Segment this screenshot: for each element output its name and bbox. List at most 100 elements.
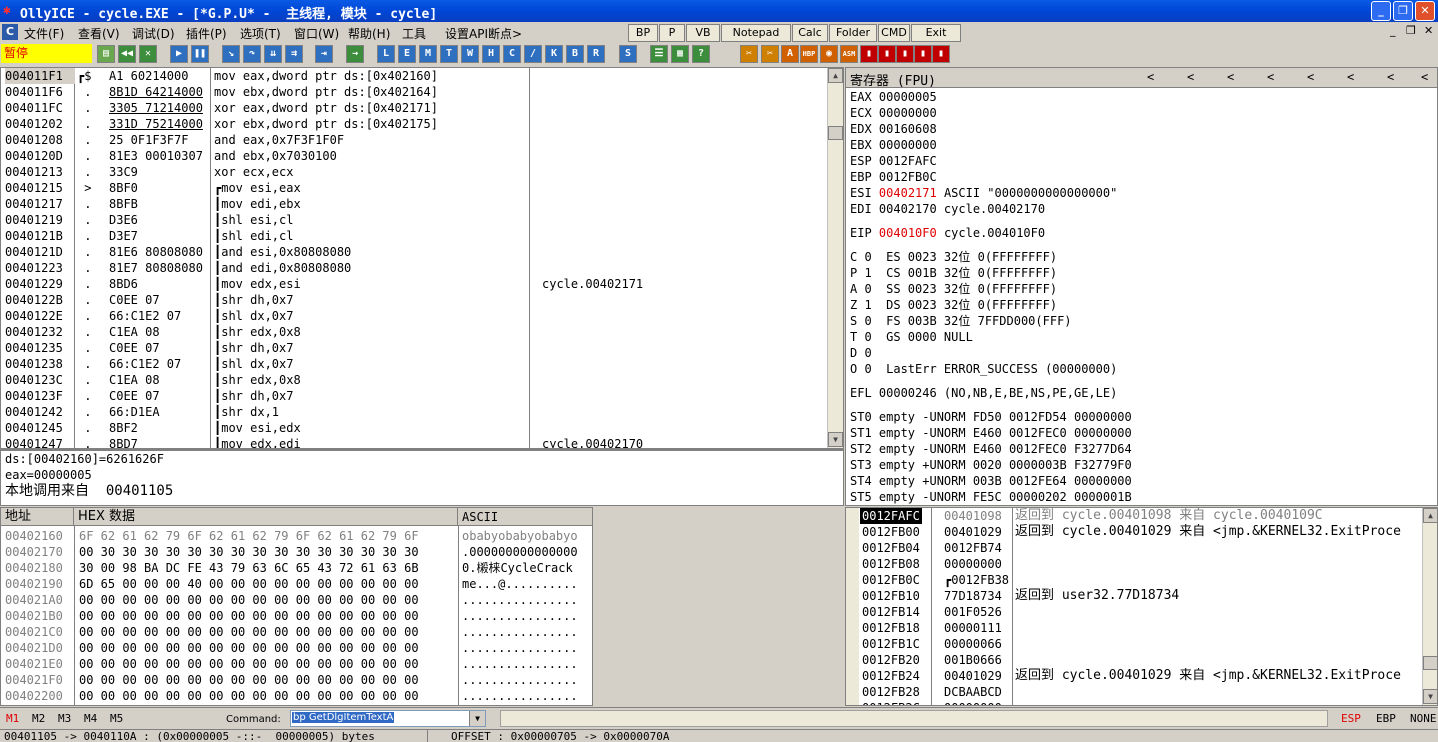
disasm-row[interactable]: 00401217 . 8BFB ┃mov edi,ebx <box>1 196 827 212</box>
dump-header-hex[interactable]: HEX 数据 <box>74 508 458 526</box>
register-line[interactable]: EAX 00000005 <box>850 89 937 105</box>
disasm-row[interactable]: 0040123F . C0EE 07 ┃shr dh,0x7 <box>1 388 827 404</box>
minimize-button[interactable]: _ <box>1371 1 1391 21</box>
vb-button[interactable]: VB <box>686 24 720 42</box>
patches-button[interactable]: / <box>524 45 542 63</box>
menu-window[interactable]: 窗口(W) <box>294 25 339 42</box>
disasm-row[interactable]: 0040123C . C1EA 08 ┃shr edx,0x8 <box>1 372 827 388</box>
reg-arrow-2-icon[interactable]: < <box>1187 70 1194 84</box>
disasm-row[interactable]: 00401208 . 25 0F1F3F7F and eax,0x7F3F1F0F <box>1 132 827 148</box>
plugin-3-icon[interactable]: A <box>781 45 799 63</box>
scroll-thumb[interactable] <box>828 126 843 140</box>
help-icon[interactable]: ? <box>692 45 710 63</box>
register-line[interactable]: C 0 ES 0023 32位 0(FFFFFFFF) <box>850 249 1057 265</box>
menu-options[interactable]: 选项(T) <box>240 25 281 42</box>
menu-tools[interactable]: 工具 <box>402 25 426 42</box>
grid-icon[interactable]: ▦ <box>671 45 689 63</box>
stack-scrollbar[interactable]: ▲ ▼ <box>1422 508 1437 705</box>
bp-button[interactable]: BP <box>628 24 658 42</box>
register-line[interactable]: D 0 <box>850 345 872 361</box>
disasm-row[interactable]: 00401238 . 66:C1E2 07 ┃shl dx,0x7 <box>1 356 827 372</box>
plugin-7-icon[interactable]: ▮ <box>896 45 914 63</box>
plugin-4-icon[interactable]: ◉ <box>820 45 838 63</box>
stack-row[interactable]: 0012FB10 77D18734 返回到 user32.77D18734 <box>846 588 1422 604</box>
disasm-row[interactable]: 00401232 . C1EA 08 ┃shr edx,0x8 <box>1 324 827 340</box>
dump-row[interactable]: 004021B0 00 00 00 00 00 00 00 00 00 00 00… <box>1 608 592 624</box>
disasm-row[interactable]: 0040122E . 66:C1E2 07 ┃shl dx,0x7 <box>1 308 827 324</box>
stack-scroll-thumb[interactable] <box>1423 656 1437 670</box>
disasm-row[interactable]: 00401245 . 8BF2 ┃mov esi,edx <box>1 420 827 436</box>
breakpoints-button[interactable]: B <box>566 45 584 63</box>
m2-button[interactable]: M2 <box>32 712 45 725</box>
register-line[interactable]: ST4 empty +UNORM 003B 0012FE64 00000000 <box>850 473 1132 489</box>
plugin-6-icon[interactable]: ▮ <box>878 45 896 63</box>
disasm-row[interactable]: 00401247 . 8BD7 ┃mov edx,edi cycle.00402170 <box>1 436 827 448</box>
folder-button[interactable]: Folder <box>829 24 877 42</box>
dump-row[interactable]: 00402170 00 30 30 30 30 30 30 30 30 30 30… <box>1 544 592 560</box>
stack-row[interactable]: 0012FB24 00401029 返回到 cycle.00401029 来自 <j… <box>846 668 1422 684</box>
windows-button[interactable]: W <box>461 45 479 63</box>
register-line[interactable]: ST0 empty -UNORM FD50 0012FD54 00000000 <box>850 409 1132 425</box>
m4-button[interactable]: M4 <box>84 712 97 725</box>
goto-icon[interactable]: → <box>346 45 364 63</box>
plugin-1-icon[interactable]: ✂ <box>740 45 758 63</box>
reg-arrow-4-icon[interactable]: < <box>1267 70 1274 84</box>
register-line[interactable]: ST1 empty -UNORM E460 0012FEC0 00000000 <box>850 425 1132 441</box>
log-window-button[interactable]: L <box>377 45 395 63</box>
list-icon[interactable]: ☰ <box>650 45 668 63</box>
hbp-icon[interactable]: HBP <box>800 45 818 63</box>
stack-row[interactable]: 0012FB14 001F0526 <box>846 604 1422 620</box>
step-over-icon[interactable]: ↷ <box>243 45 261 63</box>
reg-arrow-8-icon[interactable]: < <box>1421 70 1428 84</box>
register-line[interactable]: ECX 00000000 <box>850 105 937 121</box>
exit-button[interactable]: Exit <box>911 24 961 42</box>
disasm-row[interactable]: 004011F6 . 8B1D 64214000 mov ebx,dword ptr… <box>1 84 827 100</box>
register-line[interactable]: A 0 SS 0023 32位 0(FFFFFFFF) <box>850 281 1057 297</box>
menu-view[interactable]: 查看(V) <box>78 25 120 42</box>
command-dropdown-icon[interactable]: ▼ <box>469 711 485 726</box>
register-line[interactable]: EDX 00160608 <box>850 121 937 137</box>
scroll-down-icon[interactable]: ▼ <box>828 432 843 447</box>
scroll-up-icon[interactable]: ▲ <box>828 68 843 83</box>
disasm-row[interactable]: 00401219 . D3E6 ┃shl esi,cl <box>1 212 827 228</box>
m3-button[interactable]: M3 <box>58 712 71 725</box>
plugin-5-icon[interactable]: ▮ <box>860 45 878 63</box>
dump-row[interactable]: 004021C0 00 00 00 00 00 00 00 00 00 00 00… <box>1 624 592 640</box>
cpu-button[interactable]: C <box>503 45 521 63</box>
asm-icon[interactable]: ASM <box>840 45 858 63</box>
mdi-close-icon[interactable]: ✕ <box>1424 24 1433 37</box>
register-line[interactable]: P 1 CS 001B 32位 0(FFFFFFFF) <box>850 265 1057 281</box>
plugin-9-icon[interactable]: ▮ <box>932 45 950 63</box>
call-stack-button[interactable]: K <box>545 45 563 63</box>
dump-row[interactable]: 004021A0 00 00 00 00 00 00 00 00 00 00 00… <box>1 592 592 608</box>
m5-button[interactable]: M5 <box>110 712 123 725</box>
register-line[interactable]: ST2 empty -UNORM E460 0012FEC0 F3277D64 <box>850 441 1132 457</box>
register-line[interactable]: ST3 empty +UNORM 0020 0000003B F32779F0 <box>850 457 1132 473</box>
menu-help[interactable]: 帮助(H) <box>348 25 390 42</box>
disasm-row[interactable]: 00401213 . 33C9 xor ecx,ecx <box>1 164 827 180</box>
close-button[interactable]: ✕ <box>1415 1 1435 21</box>
stack-row[interactable]: 0012FB08 00000000 <box>846 556 1422 572</box>
register-esi[interactable]: ESI 00402171 ASCII "0000000000000000" <box>850 185 1117 201</box>
disasm-row[interactable]: 0040120D . 81E3 00010307 and ebx,0x7030100 <box>1 148 827 164</box>
calc-button[interactable]: Calc <box>792 24 828 42</box>
menu-debug[interactable]: 调试(D) <box>132 25 175 42</box>
mdi-restore-icon[interactable]: ❐ <box>1406 24 1416 37</box>
register-line[interactable]: EFL 00000246 (NO,NB,E,BE,NS,PE,GE,LE) <box>850 385 1117 401</box>
none-button[interactable]: NONE <box>1410 712 1437 725</box>
stack-scroll-up-icon[interactable]: ▲ <box>1423 508 1437 523</box>
dump-row[interactable]: 00402190 6D 65 00 00 00 40 00 00 00 00 00… <box>1 576 592 592</box>
plugin-8-icon[interactable]: ▮ <box>914 45 932 63</box>
stack-scroll-down-icon[interactable]: ▼ <box>1423 689 1437 704</box>
register-line[interactable]: Z 1 DS 0023 32位 0(FFFFFFFF) <box>850 297 1057 313</box>
dump-header-address[interactable]: 地址 <box>1 508 74 526</box>
p-button[interactable]: P <box>659 24 685 42</box>
disasm-row[interactable]: 004011FC . 3305 71214000 xor eax,dword ptr… <box>1 100 827 116</box>
references-button[interactable]: R <box>587 45 605 63</box>
disasm-row[interactable]: 004011F1 ┏$ A1 60214000 mov eax,dword ptr d… <box>1 68 827 84</box>
dump-row[interactable]: 004021F0 00 00 00 00 00 00 00 00 00 00 00… <box>1 672 592 688</box>
plugin-2-icon[interactable]: ✂ <box>761 45 779 63</box>
open-icon[interactable]: ▤ <box>97 45 115 63</box>
memory-map-button[interactable]: M <box>419 45 437 63</box>
register-line[interactable]: S 0 FS 003B 32位 7FFDD000(FFF) <box>850 313 1072 329</box>
